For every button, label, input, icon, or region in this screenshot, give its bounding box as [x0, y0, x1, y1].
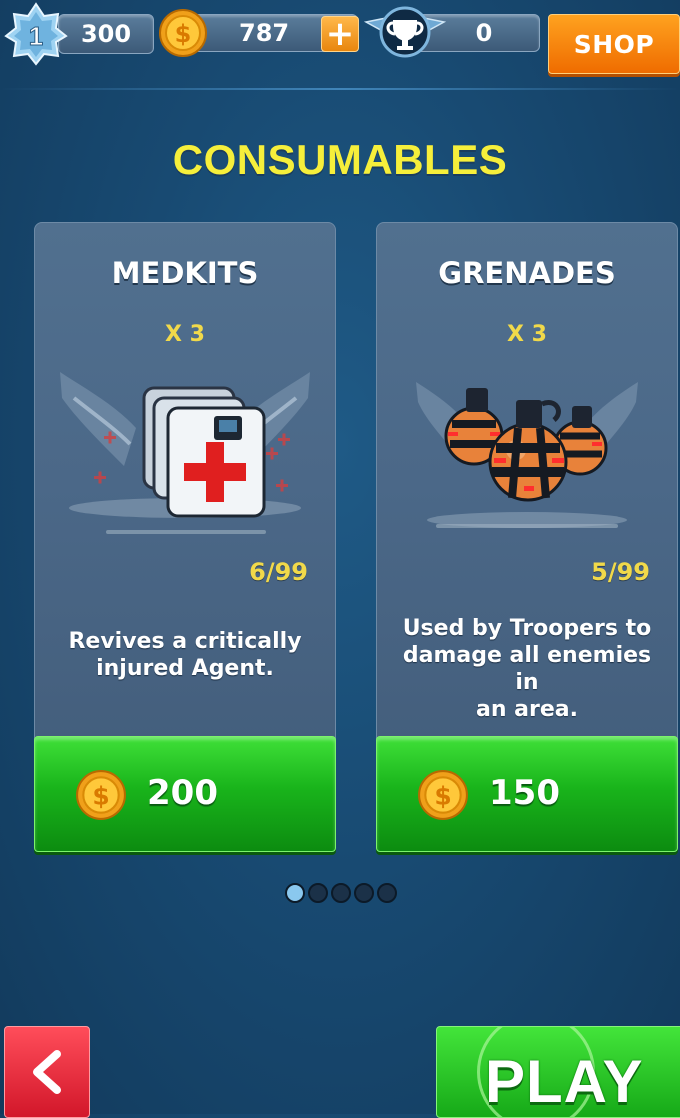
xp-value: 300 [80, 20, 132, 48]
item-description-line: Used by Troopers to [402, 616, 652, 641]
svg-text:$: $ [434, 781, 451, 810]
grenade-icon [416, 382, 638, 528]
item-name: GRENADES [438, 256, 616, 290]
item-stock: 5/99 [591, 558, 650, 586]
page-title: CONSUMABLES [172, 136, 508, 183]
item-card-medkits: MEDKITS X 3 6/99 Revives a critically in… [34, 222, 336, 852]
play-label: PLAY [485, 1048, 644, 1115]
coin-icon: $ [159, 9, 207, 57]
page-dot[interactable] [331, 883, 351, 903]
item-description-line: Revives a critically [68, 629, 302, 654]
page-indicator [285, 883, 397, 903]
item-quantity: X 3 [507, 322, 547, 347]
page-dot[interactable] [308, 883, 328, 903]
page-dot[interactable] [285, 883, 305, 903]
item-name: MEDKITS [111, 256, 259, 290]
page-dot[interactable] [354, 883, 374, 903]
item-description-line: damage all enemies in [402, 643, 652, 695]
xp-counter: 300 [58, 14, 154, 54]
item-description-line: injured Agent. [96, 656, 274, 681]
trophy-icon [364, 6, 446, 58]
top-bar: 300 1 787 $ + 0 SHOP [0, 0, 680, 90]
item-stock: 6/99 [249, 558, 308, 586]
level-star-icon: 1 [4, 2, 68, 66]
svg-text:$: $ [92, 781, 109, 810]
page-dot[interactable] [377, 883, 397, 903]
level-number: 1 [29, 21, 43, 51]
svg-text:$: $ [175, 20, 192, 48]
chevron-left-icon [33, 1050, 61, 1094]
coin-icon: $ [418, 770, 468, 820]
medkit-icon [60, 372, 310, 534]
trophy-value: 0 [475, 19, 493, 47]
shop-button[interactable]: SHOP [548, 14, 680, 74]
item-description: Revives a critically injured Agent. [46, 628, 324, 682]
item-description: Used by Troopers to damage all enemies i… [388, 615, 666, 723]
buy-grenades-button[interactable]: $ 150 [376, 736, 678, 852]
item-card-grenades: GRENADES X 3 5/99 Used by Troopers to da… [376, 222, 678, 852]
item-price: 150 [489, 773, 560, 813]
add-coins-button[interactable]: + [321, 16, 359, 52]
buy-medkits-button[interactable]: $ 200 [34, 736, 336, 852]
item-price: 200 [147, 773, 218, 813]
header-divider [0, 88, 680, 90]
coin-value: 787 [239, 19, 290, 47]
play-button[interactable]: PLAY [436, 1026, 680, 1118]
back-button[interactable] [4, 1026, 90, 1118]
coin-icon: $ [76, 770, 126, 820]
item-description-line: an area. [476, 697, 578, 722]
item-quantity: X 3 [165, 322, 205, 347]
